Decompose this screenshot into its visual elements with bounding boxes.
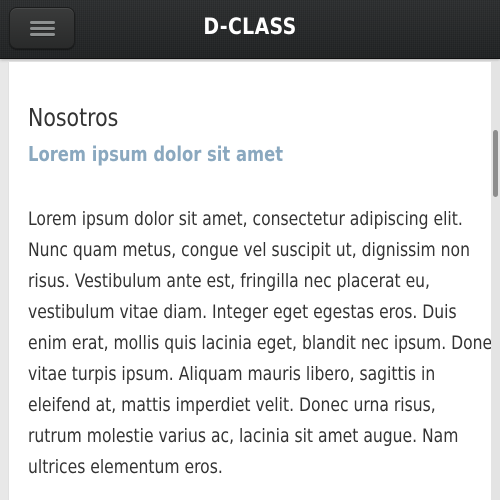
mobile-screen: D-CLASS Nosotros Lorem ipsum dolor sit a… [0, 0, 500, 500]
body-line: rutrum molestie varius ac, lacinia sit a… [28, 425, 459, 447]
body-line: Lorem ipsum dolor sit amet, consectetur … [28, 208, 463, 230]
body-line: enim erat, mollis quis lacinia eget, bla… [28, 332, 500, 354]
page-subtitle: Lorem ipsum dolor sit amet [28, 142, 284, 166]
body-line: vitae turpis ipsum. Aliquam mauris liber… [28, 363, 436, 385]
body-line: Nunc quam metus, congue vel suscipit ut,… [28, 239, 470, 261]
page-title: Nosotros [28, 103, 119, 132]
body-line: risus. Vestibulum ante est, fringilla ne… [28, 270, 431, 292]
app-title: D-CLASS [203, 15, 297, 40]
top-app-bar: D-CLASS [0, 0, 500, 58]
vertical-scrollbar[interactable] [491, 62, 500, 500]
content-panel: Nosotros Lorem ipsum dolor sit amet Lore… [9, 62, 500, 500]
body-paragraph: Lorem ipsum dolor sit amet, consectetur … [28, 204, 500, 483]
body-line: ultrices elementum eros. [28, 456, 223, 478]
body-line: vestibulum vitae diam. Integer eget eges… [28, 301, 457, 323]
scrollbar-thumb[interactable] [493, 130, 498, 197]
body-line: eleifend at, mattis imperdiet velit. Don… [28, 394, 436, 416]
